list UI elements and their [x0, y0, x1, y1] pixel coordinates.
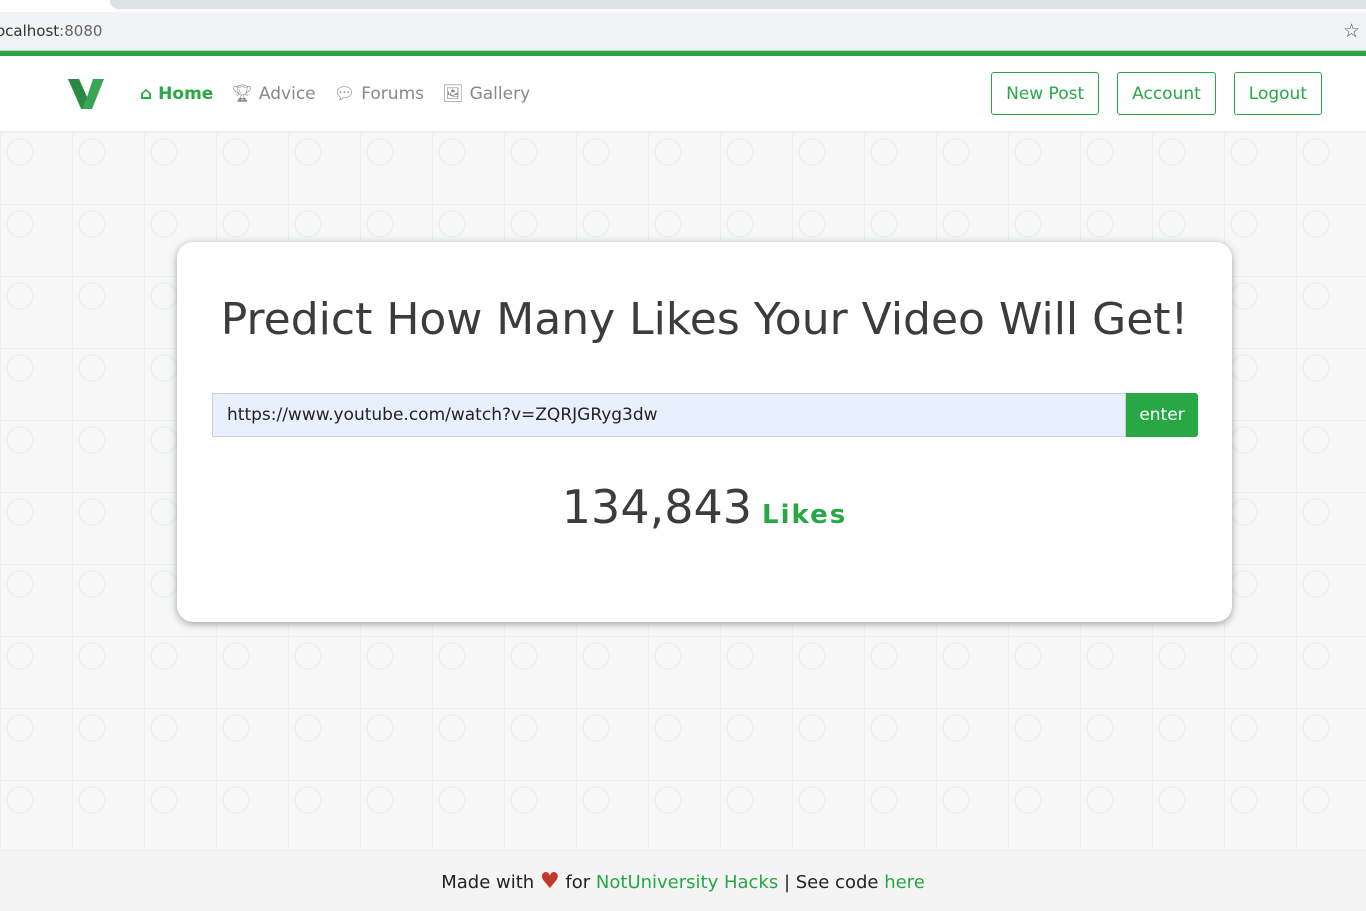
page-title: Predict How Many Likes Your Video Will G… [220, 294, 1189, 345]
nav-home[interactable]: ⌂ Home [140, 84, 213, 104]
notuniversity-link[interactable]: NotUniversity Hacks [596, 872, 778, 893]
browser-tab[interactable] [110, 0, 1366, 9]
tab-strip [0, 0, 1366, 12]
logout-button[interactable]: Logout [1233, 72, 1322, 115]
footer-for: for [565, 872, 591, 893]
trophy-icon: 🏆︎ [231, 83, 253, 104]
account-button[interactable]: Account [1117, 72, 1216, 115]
likes-count: 134,843 [561, 480, 753, 534]
url-form: enter [212, 393, 1198, 437]
navbar: ⌂ Home 🏆︎ Advice 💬︎ Forums 🖼︎ Gallery New Po… [0, 56, 1366, 132]
url-port: :8080 [59, 22, 103, 40]
nav-gallery[interactable]: 🖼︎ Gallery [442, 84, 530, 104]
new-post-button[interactable]: New Post [991, 72, 1100, 115]
footer-see-code: | See code [783, 872, 879, 893]
images-icon: 🖼︎ [442, 83, 464, 104]
prediction-result: 134,843 Likes [177, 480, 1232, 534]
nav-home-label: Home [158, 83, 214, 104]
prediction-card: Predict How Many Likes Your Video Will G… [177, 242, 1232, 622]
home-icon: ⌂ [140, 83, 153, 104]
code-link[interactable]: here [884, 872, 925, 893]
heart-icon: ♥ [539, 869, 560, 894]
address-bar[interactable]: ocalhost:8080 ☆ [0, 12, 1366, 50]
logo-icon[interactable] [68, 78, 104, 109]
comments-icon: 💬︎ [333, 83, 356, 104]
nav-forums[interactable]: 💬︎ Forums [334, 84, 424, 104]
nav-advice[interactable]: 🏆︎ Advice [231, 84, 315, 104]
bookmark-star-icon[interactable]: ☆ [1343, 20, 1360, 42]
nav-advice-label: Advice [258, 83, 316, 104]
video-url-input[interactable] [212, 393, 1126, 437]
nav-gallery-label: Gallery [469, 83, 531, 104]
nav-forums-label: Forums [361, 83, 424, 104]
url-host: ocalhost [0, 22, 60, 40]
enter-button[interactable]: enter [1126, 393, 1198, 437]
footer-made-with: Made with [441, 872, 535, 893]
footer: Made with ♥ for NotUniversity Hacks | Se… [0, 850, 1366, 911]
likes-label: Likes [762, 500, 848, 530]
